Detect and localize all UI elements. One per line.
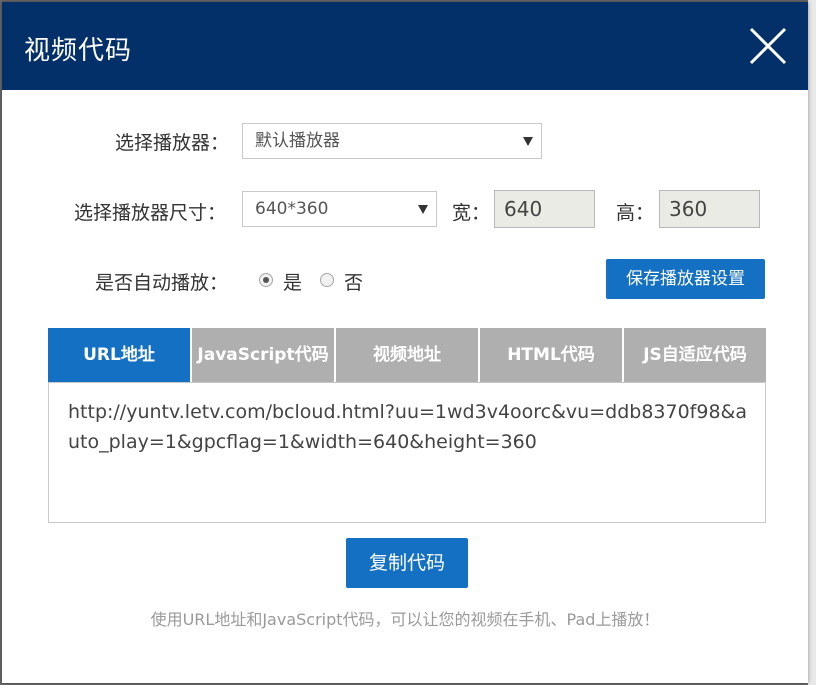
close-button[interactable] bbox=[748, 26, 788, 66]
tab-url[interactable]: URL地址 bbox=[48, 328, 190, 382]
video-code-dialog: 视频代码 选择播放器： 默认播放器 选择播放器尺寸： 640*360 宽： 64… bbox=[2, 2, 808, 683]
hint-text: 使用URL地址和JavaScript代码，可以让您的视频在手机、Pad上播放！ bbox=[150, 610, 660, 629]
size-label: 选择播放器尺寸： bbox=[74, 202, 227, 224]
width-input[interactable]: 640 bbox=[494, 190, 595, 228]
copy-code-button[interactable]: 复制代码 bbox=[346, 538, 468, 588]
tab-javascript[interactable]: JavaScript代码 bbox=[192, 328, 334, 382]
dialog-header: 视频代码 bbox=[2, 2, 808, 90]
tab-js-responsive[interactable]: JS自适应代码 bbox=[624, 328, 766, 382]
chevron-down-icon bbox=[523, 137, 533, 146]
autoplay-no-label: 否 bbox=[344, 272, 364, 294]
dialog-title: 视频代码 bbox=[24, 36, 133, 66]
autoplay-no-radio[interactable] bbox=[320, 273, 334, 287]
autoplay-yes-radio[interactable] bbox=[259, 273, 273, 287]
save-player-settings-button[interactable]: 保存播放器设置 bbox=[606, 259, 765, 299]
code-textarea[interactable]: http://yuntv.letv.com/bcloud.html?uu=1wd… bbox=[48, 382, 766, 523]
size-select-value: 640*360 bbox=[255, 199, 329, 219]
code-tabs: URL地址 JavaScript代码 视频地址 HTML代码 JS自适应代码 bbox=[48, 328, 766, 382]
tab-video-address[interactable]: 视频地址 bbox=[336, 328, 478, 382]
height-input[interactable]: 360 bbox=[659, 190, 760, 228]
autoplay-label: 是否自动播放： bbox=[95, 272, 229, 294]
height-label: 高： bbox=[616, 202, 655, 224]
player-select[interactable]: 默认播放器 bbox=[242, 123, 542, 159]
autoplay-yes-label: 是 bbox=[283, 272, 303, 294]
close-icon bbox=[749, 27, 787, 65]
player-select-value: 默认播放器 bbox=[255, 131, 340, 151]
player-label: 选择播放器： bbox=[115, 132, 230, 154]
size-select[interactable]: 640*360 bbox=[242, 191, 437, 227]
width-label: 宽： bbox=[452, 202, 491, 224]
background-page-strip bbox=[808, 0, 816, 685]
tab-html[interactable]: HTML代码 bbox=[480, 328, 622, 382]
chevron-down-icon bbox=[418, 205, 428, 214]
